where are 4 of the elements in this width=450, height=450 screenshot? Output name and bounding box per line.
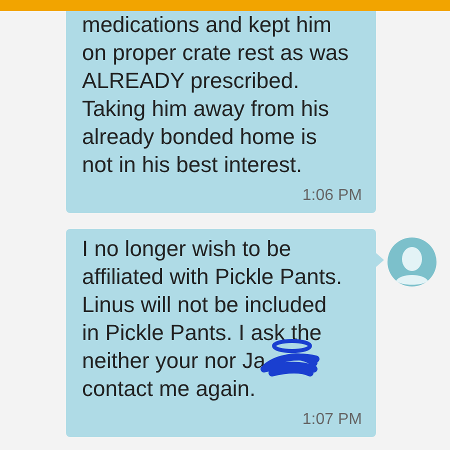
- message-time: 1:07 PM: [301, 411, 362, 429]
- message-text: medications and kept him on proper crate rest as was ALREADY prescribed. Taking him away from his already bonded home is not in his best interest.: [82, 11, 350, 179]
- message-time: 1:06 PM: [301, 187, 362, 205]
- avatar-icon[interactable]: [387, 237, 437, 287]
